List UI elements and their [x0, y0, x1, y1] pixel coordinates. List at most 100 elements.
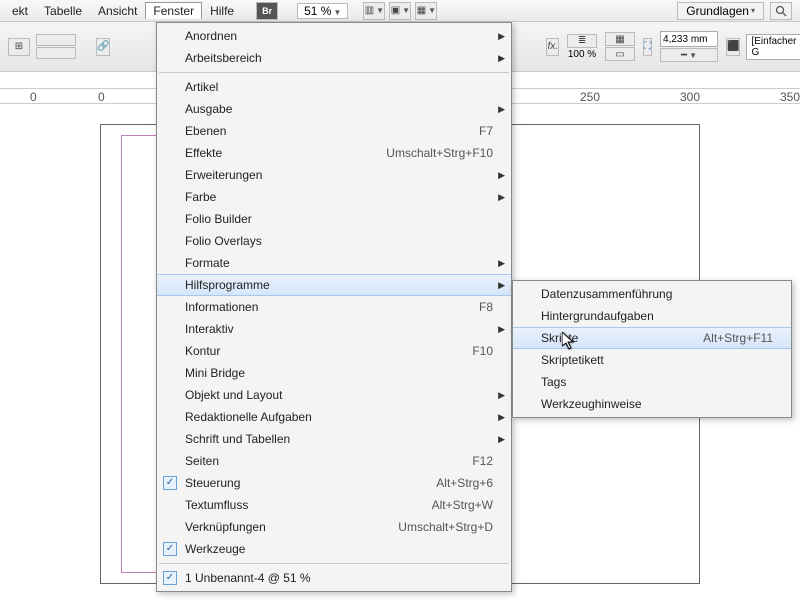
menu-item-label: Interaktiv	[185, 322, 493, 336]
wrap-icon-2[interactable]: ▭	[605, 47, 635, 61]
chevron-right-icon: ▶	[498, 170, 505, 181]
wrap-icon[interactable]: ▦	[605, 32, 635, 46]
menu-item-label: Verknüpfungen	[185, 520, 368, 534]
menu-objekt[interactable]: ekt	[4, 2, 36, 20]
menu-tabelle[interactable]: Tabelle	[36, 2, 90, 20]
menu-item-label: Schrift und Tabellen	[185, 432, 493, 446]
menu-shortcut: Alt+Strg+F11	[673, 331, 773, 345]
fenster-item-ebenen[interactable]: EbenenF7	[157, 120, 511, 142]
menu-item-label: Skripte	[541, 331, 673, 345]
stroke-style[interactable]: ━▼	[660, 48, 718, 62]
menu-item-label: Anordnen	[185, 29, 493, 43]
align-icon[interactable]: ⊞	[8, 38, 30, 56]
hilfsprogramme-item-hintergrundaufgaben[interactable]: Hintergrundaufgaben	[513, 305, 791, 327]
zoom-field[interactable]: 51 %▼	[297, 3, 348, 19]
menubar: ekt Tabelle Ansicht Fenster Hilfe Br 51 …	[0, 0, 800, 22]
chevron-right-icon: ▶	[498, 434, 505, 445]
menu-shortcut: F7	[449, 124, 493, 138]
menu-item-label: Seiten	[185, 454, 442, 468]
hilfsprogramme-item-datenzusammenf-hrung[interactable]: Datenzusammenführung	[513, 283, 791, 305]
chevron-right-icon: ▶	[498, 53, 505, 64]
fenster-item-formate[interactable]: Formate▶	[157, 252, 511, 274]
chevron-down-icon: ▼	[331, 8, 341, 17]
fenster-item-mini-bridge[interactable]: Mini Bridge	[157, 362, 511, 384]
menu-item-label: Folio Overlays	[185, 234, 493, 248]
menu-item-label: Objekt und Layout	[185, 388, 493, 402]
fenster-item-ausgabe[interactable]: Ausgabe ▶	[157, 98, 511, 120]
fenster-item-1-unbenannt-4-51-[interactable]: ✓ 1 Unbenannt-4 @ 51 %	[157, 567, 511, 589]
menu-item-label: Ausgabe	[185, 102, 493, 116]
menu-item-label: Artikel	[185, 80, 493, 94]
chevron-right-icon: ▶	[498, 104, 505, 115]
hilfsprogramme-item-skripte[interactable]: SkripteAlt+Strg+F11	[513, 327, 791, 349]
menu-item-label: Werkzeuge	[185, 542, 493, 556]
fenster-item-schrift-und-tabellen[interactable]: Schrift und Tabellen ▶	[157, 428, 511, 450]
fenster-item-artikel[interactable]: Artikel	[157, 76, 511, 98]
fenster-item-informationen[interactable]: InformationenF8	[157, 296, 511, 318]
menu-item-label: 1 Unbenannt-4 @ 51 %	[185, 571, 493, 585]
hilfsprogramme-item-werkzeughinweise[interactable]: Werkzeughinweise	[513, 393, 791, 415]
fenster-item-erweiterungen[interactable]: Erweiterungen▶	[157, 164, 511, 186]
fenster-item-redaktionelle-aufgaben[interactable]: Redaktionelle Aufgaben▶	[157, 406, 511, 428]
fenster-item-farbe[interactable]: Farbe ▶	[157, 186, 511, 208]
ruler-tick: 350	[780, 90, 800, 104]
menu-shortcut: Umschalt+Strg+F10	[356, 146, 493, 160]
check-icon: ✓	[163, 476, 177, 490]
fenster-item-textumfluss[interactable]: TextumflussAlt+Strg+W	[157, 494, 511, 516]
object-style-field[interactable]: [Einfacher G	[746, 34, 800, 60]
check-icon: ✓	[163, 571, 177, 585]
corner-icon[interactable]: ⬛	[726, 38, 740, 56]
fenster-item-werkzeuge[interactable]: ✓Werkzeuge	[157, 538, 511, 560]
view-mode-icon-3[interactable]: ▦▼	[415, 2, 437, 20]
search-icon[interactable]	[770, 2, 792, 20]
fenster-item-kontur[interactable]: KonturF10	[157, 340, 511, 362]
fenster-item-steuerung[interactable]: ✓ SteuerungAlt+Strg+6	[157, 472, 511, 494]
menu-shortcut: Alt+Strg+6	[406, 476, 493, 490]
fenster-item-anordnen[interactable]: Anordnen▶	[157, 25, 511, 47]
opacity-icon[interactable]: ≣	[567, 34, 597, 48]
bridge-icon[interactable]: Br	[256, 2, 278, 20]
y-field[interactable]	[36, 47, 76, 59]
hilfsprogramme-item-tags[interactable]: Tags	[513, 371, 791, 393]
fenster-item-interaktiv[interactable]: Interaktiv▶	[157, 318, 511, 340]
fenster-item-hilfsprogramme[interactable]: Hilfsprogramme▶	[157, 274, 511, 296]
crop-icon[interactable]: ⛶	[643, 38, 652, 56]
menu-separator	[159, 563, 509, 564]
opacity-field[interactable]: 100 %	[568, 49, 596, 60]
view-mode-icon-1[interactable]: ▥▼	[363, 2, 385, 20]
menu-shortcut: Alt+Strg+W	[402, 498, 493, 512]
fx-button[interactable]: fx.	[546, 38, 559, 56]
menu-item-label: Effekte	[185, 146, 356, 160]
chevron-right-icon: ▶	[498, 280, 505, 291]
fenster-item-folio-builder[interactable]: Folio Builder	[157, 208, 511, 230]
menu-item-label: Arbeitsbereich	[185, 51, 493, 65]
hilfsprogramme-submenu: DatenzusammenführungHintergrundaufgabenS…	[512, 280, 792, 418]
menu-item-label: Textumfluss	[185, 498, 402, 512]
fenster-item-arbeitsbereich[interactable]: Arbeitsbereich ▶	[157, 47, 511, 69]
x-field[interactable]	[36, 34, 76, 46]
ruler-tick: 0	[30, 90, 37, 104]
fenster-item-seiten[interactable]: SeitenF12	[157, 450, 511, 472]
menu-item-label: Tags	[541, 375, 773, 389]
fenster-item-verkn-pfungen[interactable]: VerknüpfungenUmschalt+Strg+D	[157, 516, 511, 538]
hilfsprogramme-item-skriptetikett[interactable]: Skriptetikett	[513, 349, 791, 371]
ruler-tick: 0	[98, 90, 105, 104]
menu-ansicht[interactable]: Ansicht	[90, 2, 145, 20]
menu-item-label: Farbe	[185, 190, 493, 204]
fenster-item-objekt-und-layout[interactable]: Objekt und Layout▶	[157, 384, 511, 406]
menu-shortcut: Umschalt+Strg+D	[368, 520, 493, 534]
chevron-right-icon: ▶	[498, 412, 505, 423]
fenster-item-folio-overlays[interactable]: Folio Overlays	[157, 230, 511, 252]
menu-item-label: Ebenen	[185, 124, 449, 138]
menu-item-label: Steuerung	[185, 476, 406, 490]
menu-fenster[interactable]: Fenster	[145, 2, 202, 19]
view-mode-icon-2[interactable]: ▣▼	[389, 2, 411, 20]
workspace-switcher[interactable]: Grundlagen ▾	[677, 2, 764, 20]
menu-item-label: Mini Bridge	[185, 366, 493, 380]
stroke-weight-field[interactable]	[660, 31, 718, 47]
fenster-item-effekte[interactable]: EffekteUmschalt+Strg+F10	[157, 142, 511, 164]
menu-hilfe[interactable]: Hilfe	[202, 2, 242, 20]
menu-separator	[159, 72, 509, 73]
chevron-right-icon: ▶	[498, 192, 505, 203]
link-icon[interactable]: 🔗	[96, 38, 110, 56]
